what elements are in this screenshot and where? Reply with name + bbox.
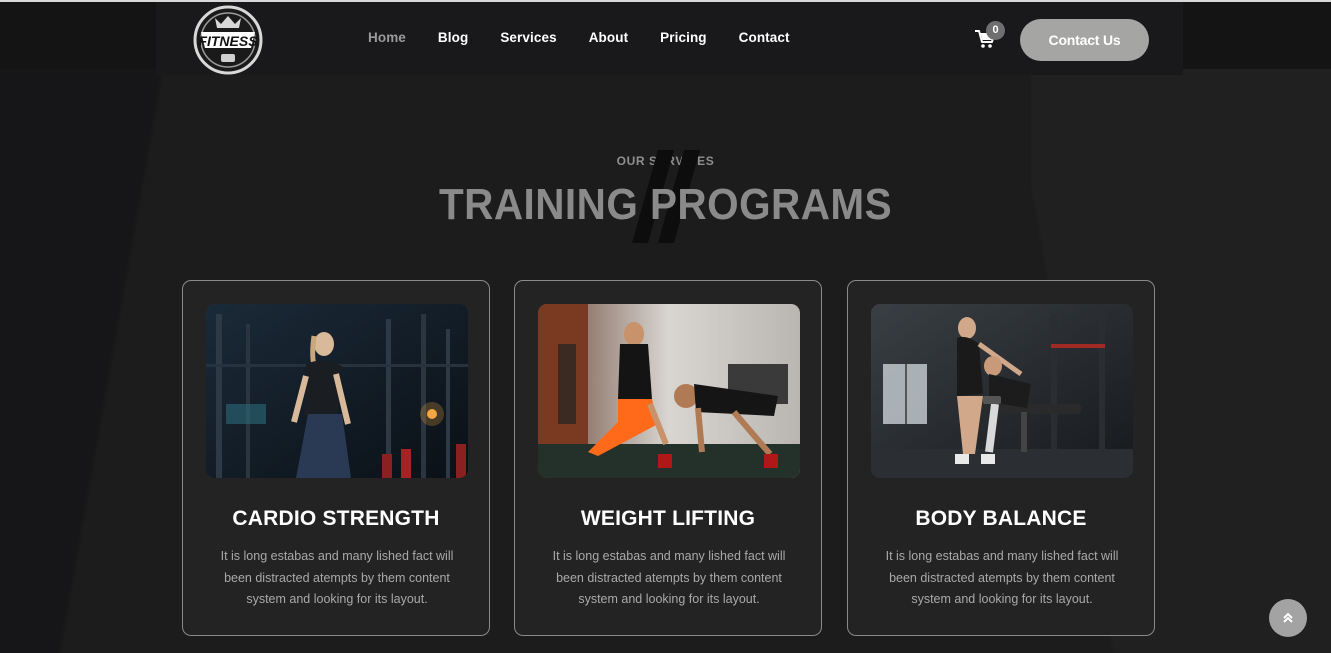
section-heading: TRAINING PROGRAMS — [438, 180, 893, 229]
service-card-body-balance[interactable]: BODY BALANCE It is long estabas and many… — [847, 280, 1155, 636]
nav-about[interactable]: About — [589, 30, 628, 45]
double-chevron-up-icon — [1283, 612, 1293, 623]
svg-text:FITNESS: FITNESS — [198, 33, 258, 49]
card-title: WEIGHT LIFTING — [580, 507, 756, 530]
trainer-pushup-photo — [538, 304, 800, 478]
card-description: It is long estabas and many lished fact … — [220, 549, 454, 606]
nav-contact[interactable]: Contact — [739, 30, 790, 45]
main-nav: Home Blog Services About Pricing Contact — [368, 30, 822, 45]
service-card-cardio[interactable]: CARDIO STRENGTH It is long estabas and m… — [182, 280, 490, 636]
nav-home[interactable]: Home — [368, 30, 406, 45]
service-card-weight-lifting[interactable]: WEIGHT LIFTING It is long estabas and ma… — [514, 280, 822, 636]
nav-services[interactable]: Services — [500, 30, 556, 45]
card-title: CARDIO STRENGTH — [232, 507, 440, 530]
nav-pricing[interactable]: Pricing — [660, 30, 706, 45]
scroll-to-top-button[interactable] — [1269, 599, 1307, 637]
fitness-logo[interactable]: FITNESS — [191, 4, 265, 76]
nav-blog[interactable]: Blog — [438, 30, 468, 45]
cart-count-badge: 0 — [986, 21, 1005, 40]
card-description: It is long estabas and many lished fact … — [552, 549, 786, 606]
card-description: It is long estabas and many lished fact … — [885, 549, 1119, 606]
dumbbell-row-photo — [871, 304, 1133, 478]
woman-cardio-photo — [206, 304, 468, 478]
contact-us-button[interactable]: Contact Us — [1020, 19, 1149, 61]
card-title: BODY BALANCE — [915, 507, 1087, 530]
